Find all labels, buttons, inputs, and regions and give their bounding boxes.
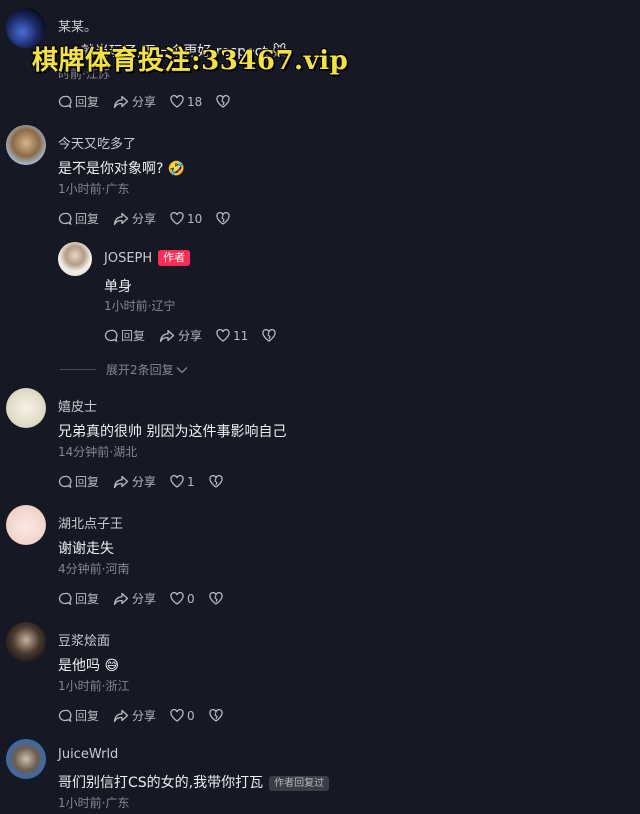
avatar[interactable] — [6, 125, 46, 165]
reply-button[interactable]: 回复 — [58, 590, 99, 607]
share-button[interactable]: 分享 — [113, 473, 156, 490]
share-button[interactable]: 分享 — [113, 210, 156, 227]
reply-icon — [58, 212, 72, 225]
heart-icon — [170, 592, 184, 605]
reply-meta: 1小时前·辽宁 — [104, 299, 176, 313]
avatar[interactable] — [6, 388, 46, 428]
comment-meta: 1小时前·广东 — [58, 796, 130, 810]
comment-username[interactable]: 某某。 — [58, 16, 97, 35]
comment-text: 是不是你对象啊? 🤣 — [58, 161, 186, 177]
broken-heart-icon — [216, 95, 230, 108]
comment-username[interactable]: 豆浆烩面 — [58, 630, 110, 649]
reply-icon — [58, 95, 72, 108]
avatar[interactable] — [6, 622, 46, 662]
reply-icon — [58, 709, 72, 722]
share-icon — [113, 212, 129, 225]
divider — [60, 369, 96, 370]
comment-actions: 回复 分享 0 — [58, 590, 240, 607]
heart-icon — [170, 95, 184, 108]
reply-actions: 回复 分享 11 — [104, 327, 293, 344]
comment-text: 谢谢走失 — [58, 541, 114, 557]
reply-icon — [104, 329, 118, 342]
comment-meta: 1小时前·浙江 — [58, 679, 130, 693]
comment-actions: 回复 分享 0 — [58, 707, 240, 724]
share-icon — [113, 95, 129, 108]
broken-heart-icon — [216, 212, 230, 225]
avatar[interactable] — [6, 739, 46, 779]
like-button[interactable]: 18 — [170, 95, 202, 109]
reply-icon — [58, 592, 72, 605]
broken-heart-icon — [209, 709, 223, 722]
comment-meta: 14分钟前·湖北 — [58, 445, 138, 459]
share-icon — [113, 709, 129, 722]
like-button[interactable]: 10 — [170, 212, 202, 226]
share-icon — [159, 329, 175, 342]
like-button[interactable]: 0 — [170, 592, 195, 606]
comment-text: 是他吗 😅 — [58, 658, 120, 674]
reply-button[interactable]: 回复 — [58, 93, 99, 110]
reply-button[interactable]: 回复 — [58, 210, 99, 227]
heart-icon — [170, 475, 184, 488]
author-badge: 作者 — [158, 250, 191, 266]
comment-text: 兄弟真的很帅 别因为这件事影响自己 — [58, 424, 287, 440]
chevron-down-icon — [176, 366, 188, 373]
dislike-button[interactable] — [209, 592, 226, 605]
dislike-button[interactable] — [209, 475, 226, 488]
avatar[interactable] — [6, 505, 46, 545]
like-button[interactable]: 1 — [170, 475, 195, 489]
share-button[interactable]: 分享 — [113, 590, 156, 607]
dislike-button[interactable] — [216, 95, 233, 108]
comment-text-row: 哥们别信打CS的女的,我带你打瓦 作者回复过 — [58, 772, 330, 792]
share-button[interactable]: 分享 — [113, 707, 156, 724]
watermark-text: 棋牌体育投注:33467.vip — [32, 46, 349, 76]
expand-replies-button[interactable]: 展开2条回复 — [60, 361, 188, 378]
author-replied-badge: 作者回复过 — [269, 776, 330, 791]
dislike-button[interactable] — [262, 329, 279, 342]
heart-icon — [216, 329, 230, 342]
reply-button[interactable]: 回复 — [104, 327, 145, 344]
comment-actions: 回复 分享 10 — [58, 210, 247, 227]
comment-actions: 回复 分享 1 — [58, 473, 240, 490]
comment-actions: 回复 分享 18 — [58, 93, 247, 110]
comment-username[interactable]: 湖北点子王 — [58, 513, 123, 532]
dislike-button[interactable] — [209, 709, 226, 722]
share-icon — [113, 592, 129, 605]
comment-username[interactable]: JuiceWrld — [58, 747, 118, 762]
dislike-button[interactable] — [216, 212, 233, 225]
like-button[interactable]: 11 — [216, 329, 248, 343]
broken-heart-icon — [209, 592, 223, 605]
comment-username[interactable]: 嬉皮士 — [58, 396, 97, 415]
reply-username[interactable]: JOSEPH 作者 — [104, 250, 191, 266]
comment-meta: 4分钟前·河南 — [58, 562, 130, 576]
comment-username[interactable]: 今天又吃多了 — [58, 133, 136, 152]
broken-heart-icon — [209, 475, 223, 488]
reply-icon — [58, 475, 72, 488]
reply-button[interactable]: 回复 — [58, 473, 99, 490]
share-button[interactable]: 分享 — [113, 93, 156, 110]
comment-text: 哥们别信打CS的女的,我带你打瓦 — [58, 775, 264, 791]
reply-button[interactable]: 回复 — [58, 707, 99, 724]
share-icon — [113, 475, 129, 488]
heart-icon — [170, 709, 184, 722]
heart-icon — [170, 212, 184, 225]
comment-meta: 1小时前·广东 — [58, 182, 130, 196]
avatar[interactable] — [58, 242, 92, 276]
broken-heart-icon — [262, 329, 276, 342]
like-button[interactable]: 0 — [170, 709, 195, 723]
reply-text: 单身 — [104, 279, 132, 295]
share-button[interactable]: 分享 — [159, 327, 202, 344]
